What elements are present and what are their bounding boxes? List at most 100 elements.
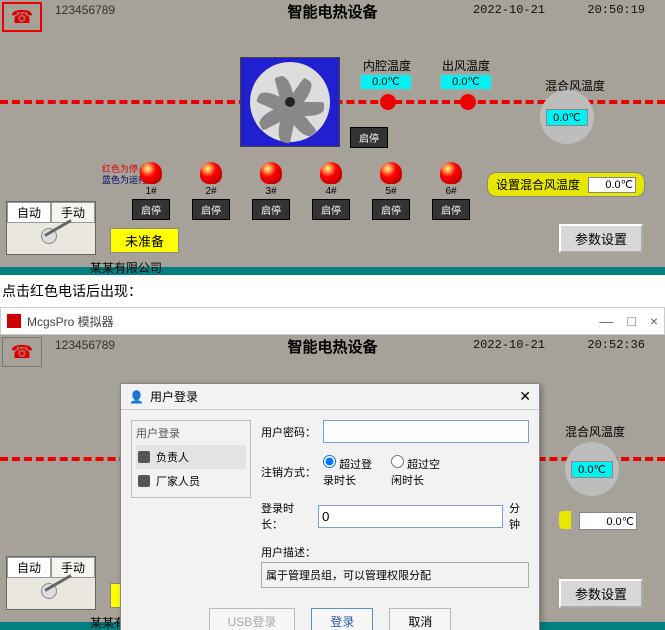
logout-mode-label: 注销方式：: [261, 464, 317, 480]
outlet-temp-value: 0.0℃: [440, 74, 492, 90]
date-display: 2022-10-21: [473, 3, 545, 17]
heater-1: 1# 启停: [132, 162, 170, 220]
heater-3: 3# 启停: [252, 162, 290, 220]
manual-tab[interactable]: 手动: [51, 557, 95, 578]
mix-temp-label: 混合风温度: [565, 423, 625, 440]
simulator-titlebar: McgsPro 模拟器 — □ ×: [0, 307, 665, 335]
dialog-title: 用户登录: [150, 388, 198, 405]
mode-box: 自动 手动: [6, 556, 96, 610]
lamp-label: 3#: [265, 186, 276, 197]
set-mix-strip: [559, 511, 571, 529]
top-bar: ☎ 123456789 智能电热设备 2022-10-21 20:50:19: [0, 0, 665, 22]
app-logo-icon: [7, 314, 21, 328]
radio-idle-duration[interactable]: 超过空闲时长: [391, 455, 447, 488]
lamp-label: 5#: [385, 186, 396, 197]
person-icon: [138, 475, 150, 487]
mode-box: 自动 手动: [6, 201, 96, 255]
lamp-label: 1#: [145, 186, 156, 197]
app-title: 智能电热设备: [287, 336, 377, 357]
heater-lamp-row: 1# 启停 2# 启停 3# 启停 4# 启停 5# 启停: [132, 162, 470, 220]
lamp-icon: [440, 162, 462, 184]
auto-tab[interactable]: 自动: [7, 202, 51, 223]
lamp-label: 6#: [445, 186, 456, 197]
fan-start-stop-button[interactable]: 启停: [350, 127, 388, 148]
heater-4: 4# 启停: [312, 162, 350, 220]
user-description: 属于管理员组，可以管理权限分配: [261, 562, 529, 588]
set-mix-label: 设置混合风温度: [496, 176, 580, 193]
inner-temp-value: 0.0℃: [360, 74, 412, 90]
maximize-button[interactable]: □: [627, 313, 635, 329]
mode-switch[interactable]: [29, 222, 69, 250]
mode-switch[interactable]: [29, 577, 69, 605]
lamp-icon: [200, 162, 222, 184]
lamp-label: 4#: [325, 186, 336, 197]
password-input[interactable]: [323, 420, 529, 443]
lamp-icon: [320, 162, 342, 184]
dialog-close-button[interactable]: ✕: [519, 388, 531, 405]
password-label: 用户密码：: [261, 424, 317, 440]
group-label: 用户登录: [136, 425, 246, 441]
heater-5-button[interactable]: 启停: [372, 199, 410, 220]
radio-input[interactable]: [323, 455, 336, 468]
phone-button[interactable]: ☎: [2, 2, 42, 32]
mix-temp-gauge: 0.0℃: [540, 90, 594, 144]
login-dialog: 👤 用户登录 ✕ 用户登录 负责人 厂家人员: [120, 383, 540, 630]
main-area: 启停 内腔温度 出风温度 混合风温度 0.0℃ 0.0℃ 0.0℃ 红色为停止 …: [0, 22, 665, 267]
main-area: 混合风温度 0.0℃ 自动 手动 未准备 参数设置 👤 用户登录 ✕: [0, 357, 665, 622]
date-display: 2022-10-21: [473, 338, 545, 352]
outlet-temp-label: 出风温度: [442, 57, 490, 74]
valve-2-icon: [460, 94, 476, 110]
heater-3-button[interactable]: 启停: [252, 199, 290, 220]
inner-temp-label: 内腔温度: [363, 57, 411, 74]
param-settings-button[interactable]: 参数设置: [559, 579, 643, 608]
close-window-button[interactable]: ×: [650, 313, 658, 329]
user-item-manager[interactable]: 负责人: [136, 445, 246, 469]
set-mix-temp: 设置混合风温度: [487, 172, 645, 197]
main-panel-2: ☎ 123456789 智能电热设备 2022-10-21 20:52:36 混…: [0, 335, 665, 630]
mix-temp-value: 0.0℃: [546, 109, 588, 126]
duration-label: 登录时长：: [261, 500, 312, 532]
minimize-button[interactable]: —: [599, 313, 613, 329]
company-name: 某某有限公司: [90, 259, 162, 275]
user-icon: 👤: [129, 390, 144, 404]
user-name: 厂家人员: [156, 473, 200, 489]
param-settings-button[interactable]: 参数设置: [559, 224, 643, 253]
fan-display: [240, 57, 340, 147]
app-title: 智能电热设备: [287, 1, 377, 22]
phone-number: 123456789: [55, 3, 115, 17]
mix-temp-gauge: 0.0℃: [565, 442, 619, 496]
mix-temp-value: 0.0℃: [571, 461, 613, 478]
heater-2: 2# 启停: [192, 162, 230, 220]
user-item-factory[interactable]: 厂家人员: [136, 469, 246, 493]
lamp-label: 2#: [205, 186, 216, 197]
phone-icon: ☎: [11, 7, 33, 28]
lamp-icon: [140, 162, 162, 184]
heater-6-button[interactable]: 启停: [432, 199, 470, 220]
not-ready-status: 未准备: [110, 228, 179, 253]
auto-tab[interactable]: 自动: [7, 557, 51, 578]
time-display: 20:52:36: [587, 338, 645, 352]
set-mix-input[interactable]: [579, 512, 637, 530]
fan-icon: [250, 62, 330, 142]
heater-1-button[interactable]: 启停: [132, 199, 170, 220]
time-display: 20:50:19: [587, 3, 645, 17]
phone-icon: ☎: [11, 342, 33, 363]
top-bar: ☎ 123456789 智能电热设备 2022-10-21 20:52:36: [0, 335, 665, 357]
phone-number: 123456789: [55, 338, 115, 352]
duration-unit: 分钟: [509, 500, 529, 532]
heater-2-button[interactable]: 启停: [192, 199, 230, 220]
valve-1-icon: [380, 94, 396, 110]
lamp-icon: [260, 162, 282, 184]
radio-input[interactable]: [391, 455, 404, 468]
dialog-titlebar: 👤 用户登录 ✕: [121, 384, 539, 410]
user-list-group: 用户登录 负责人 厂家人员: [131, 420, 251, 498]
set-mix-input[interactable]: [588, 177, 636, 193]
phone-button[interactable]: ☎: [2, 337, 42, 367]
heater-4-button[interactable]: 启停: [312, 199, 350, 220]
desc-label: 用户描述：: [261, 544, 529, 560]
radio-login-duration[interactable]: 超过登录时长: [323, 455, 379, 488]
duration-input[interactable]: [318, 505, 503, 528]
manual-tab[interactable]: 手动: [51, 202, 95, 223]
caption-text: 点击红色电话后出现：: [0, 275, 665, 307]
lamp-icon: [380, 162, 402, 184]
